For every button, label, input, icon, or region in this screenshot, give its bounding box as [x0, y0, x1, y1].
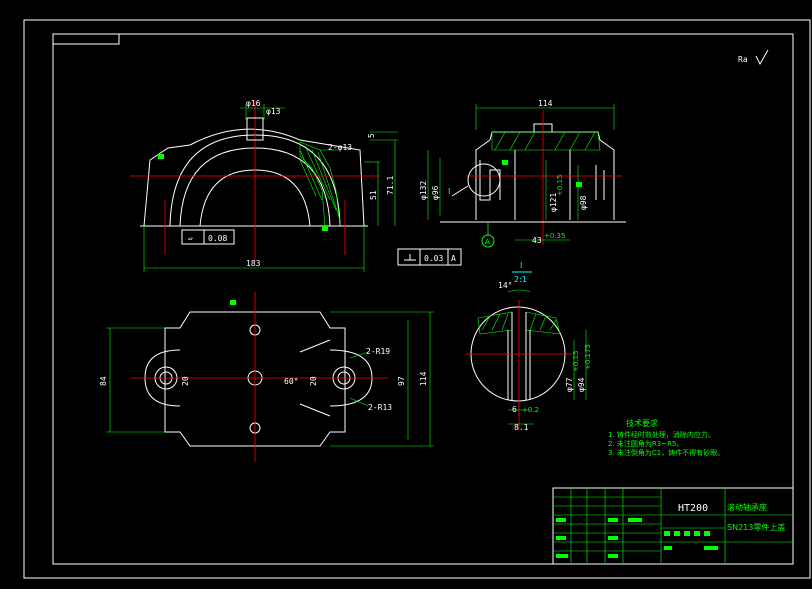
detail-angle: 14°: [498, 281, 512, 290]
roughness-mark: [322, 226, 328, 231]
roughness-mark: [576, 182, 582, 187]
tech-req-item: 3. 未注倒角为C1，铸件不得有砂眼。: [608, 448, 724, 457]
side-hatch: [491, 131, 601, 151]
detail-d94-tol: +0.175: [584, 344, 592, 370]
dim-51: 51: [369, 190, 378, 200]
perpendicular-icon: [404, 254, 416, 261]
dim-114-top: 114: [419, 371, 428, 386]
dim-2-r13: 2-R13: [368, 403, 392, 412]
detail-d77: φ77: [565, 377, 574, 392]
dim-2-d13: 2-φ13: [328, 143, 352, 152]
detail-w81: 8.1: [514, 423, 529, 432]
roughness-symbol: Ra: [738, 49, 769, 66]
detail-d94: φ94: [577, 377, 586, 392]
detail-scale: 2:1: [514, 275, 527, 284]
roughness-label: Ra: [738, 55, 748, 64]
dim-20-left: 20: [181, 376, 190, 386]
detail-title: I: [520, 261, 522, 270]
detail-label: I: [448, 187, 450, 196]
dim-97: 97: [397, 376, 406, 386]
dim-20-right: 20: [309, 376, 318, 386]
side-view: I A 114 φ132 φ96 φ121 +0.15 φ98 43 +0.35: [419, 99, 626, 248]
part-name-line1: 滚动轴承座: [727, 502, 767, 512]
inner-frame: [52, 33, 794, 565]
dim-43: 43: [532, 236, 542, 245]
flatness-value: 0.03: [424, 254, 443, 263]
datum-label: A: [485, 238, 490, 246]
flatness-box: 0.03 A: [397, 248, 462, 266]
dim-d96: φ96: [431, 185, 440, 200]
dim-d98: φ98: [579, 195, 588, 210]
dim-114-side: 114: [538, 99, 553, 108]
check-icon: [755, 49, 769, 66]
front-view: φ16 φ13 2-φ13 183 51 71.1 5 ▱ 0.08: [130, 99, 398, 272]
dim-183: 183: [246, 259, 261, 268]
detail-w6: 6: [512, 405, 517, 414]
technical-requirements: 技术要求 1. 铸件经时效处理，消除内应力。 2. 未注圆角为R3~R5。 3.…: [608, 418, 724, 457]
dim-5: 5: [367, 133, 376, 138]
tolerance-symbol: ▱: [188, 234, 193, 243]
top-view: 84 97 114 20 20 60° 2-R19 2-R13: [99, 292, 434, 462]
dim-d13: φ13: [266, 107, 281, 116]
tech-req-item: 1. 铸件经时效处理，消除内应力。: [608, 430, 715, 439]
detail-circle: [467, 163, 501, 197]
roughness-mark: [502, 160, 508, 165]
sheet-border: [23, 19, 811, 579]
detail-w6-tol: +0.2: [522, 406, 539, 414]
dim-2-r19: 2-R19: [366, 347, 390, 356]
dim-71-1: 71.1: [386, 176, 395, 195]
cad-drawing-canvas: Ra φ16 φ13 2-φ13 183 51 71.1 5 ▱ 0.08 0.…: [23, 19, 811, 579]
dim-d121-tol: +0.15: [556, 175, 564, 196]
front-dimensions: [143, 104, 398, 272]
roughness-mark: [230, 300, 236, 305]
detail-d77-tol: +0.15: [572, 351, 580, 372]
material-label: HT200: [678, 503, 708, 514]
tech-req-title: 技术要求: [626, 418, 658, 428]
flatness-datum: A: [451, 254, 456, 263]
front-hatch-area: [299, 141, 341, 227]
dim-43-tol: +0.35: [544, 232, 565, 240]
dim-d132: φ132: [419, 181, 428, 200]
dim-84: 84: [99, 376, 108, 386]
outer-frame: [23, 19, 811, 579]
roughness-mark: [158, 154, 164, 159]
dim-60deg: 60°: [284, 377, 298, 386]
tech-req-item: 2. 未注圆角为R3~R5。: [608, 439, 683, 448]
part-name-line2: SN213零件上盖: [727, 522, 785, 532]
corner-tag: [52, 33, 120, 45]
tolerance-value: 0.08: [208, 234, 227, 243]
detail-view: I 2:1 14° φ77 +0.15 φ94 +0.175 6 +0.2 8.…: [466, 261, 592, 432]
title-block: HT200 滚动轴承座 SN213零件上盖: [552, 487, 794, 565]
dim-d16: φ16: [246, 99, 261, 108]
